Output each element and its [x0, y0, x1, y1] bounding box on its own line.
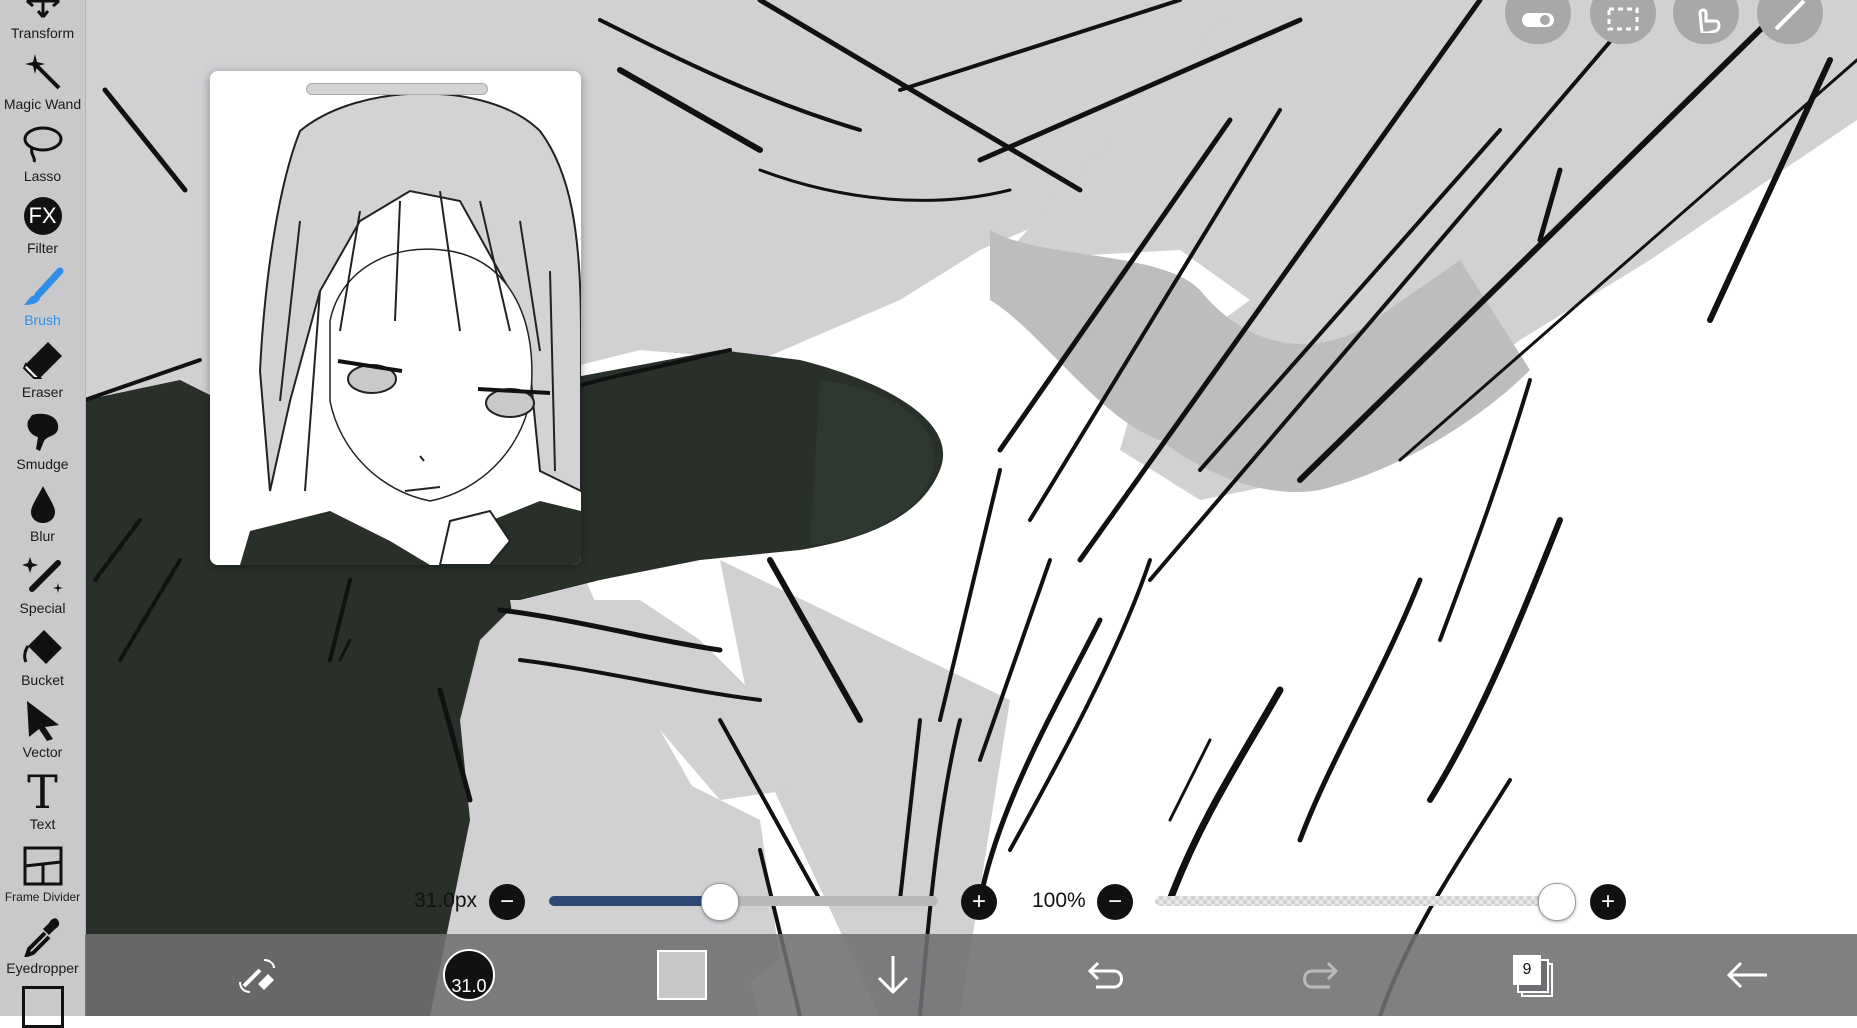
fx-icon: FX [21, 194, 65, 238]
text-icon: T [27, 765, 58, 819]
brush-size-slider-fill [549, 896, 721, 906]
brush-size-slider[interactable] [549, 896, 938, 906]
tool-label: Filter [26, 240, 59, 256]
tool-label: Brush [24, 312, 61, 328]
back-button[interactable] [1724, 934, 1770, 1016]
droplet-icon [21, 482, 65, 526]
brush-size-badge: 31.0 [451, 976, 487, 996]
bottom-toolbar: 31.0 9 [85, 934, 1857, 1016]
tool-lasso[interactable]: Lasso [0, 112, 85, 184]
tool-label: Eraser [21, 384, 64, 400]
smudge-icon [21, 410, 65, 454]
move-arrows-icon [21, 0, 65, 23]
pen-eraser-swap-icon [239, 959, 275, 993]
eraser-icon [21, 338, 65, 382]
frame-divider-icon [21, 844, 65, 888]
layers-button[interactable]: 9 [1510, 934, 1556, 1016]
color-picker-button[interactable] [657, 934, 707, 1016]
tool-magic-wand[interactable]: Magic Wand [0, 40, 85, 112]
brush-size-value: 31.0px [414, 889, 478, 912]
undo-icon [1087, 961, 1123, 989]
opacity-value: 100% [1032, 889, 1086, 912]
reference-preview-window[interactable] [210, 71, 581, 565]
reference-preview-image [210, 71, 581, 565]
tool-filter[interactable]: FX Filter [0, 184, 85, 256]
tool-transform[interactable]: Transform [0, 0, 85, 41]
tool-label: Smudge [16, 456, 69, 472]
lasso-icon [21, 122, 65, 166]
ruler-pen-icon [1774, 0, 1806, 31]
cursor-arrow-icon [21, 698, 65, 742]
sparkle-pen-icon [21, 554, 65, 598]
tool-label: Text [29, 816, 56, 832]
tool-label: Vector [22, 744, 63, 760]
layers-icon: 9 [1513, 955, 1553, 997]
opacity-decrease-button[interactable]: − [1097, 884, 1133, 920]
magic-wand-icon [21, 50, 65, 94]
tool-smudge[interactable]: Smudge [0, 400, 85, 472]
pen-eraser-swap-button[interactable] [227, 934, 287, 1016]
brush-size-slider-thumb[interactable] [701, 883, 740, 921]
bucket-icon [21, 626, 65, 670]
opacity-increase-button[interactable]: + [1590, 884, 1626, 920]
redo-button[interactable] [1297, 934, 1343, 1016]
tool-label: Transform [10, 25, 75, 41]
tool-blur[interactable]: Blur [0, 472, 85, 544]
back-arrow-icon [1726, 961, 1767, 989]
brush-size-decrease-button[interactable]: − [489, 884, 525, 920]
tool-label: Eyedropper [6, 960, 79, 976]
tool-bucket[interactable]: Bucket [0, 616, 85, 688]
preview-drag-handle[interactable] [306, 83, 488, 95]
tool-text[interactable]: T Text [0, 760, 85, 832]
color-swatch [657, 950, 707, 1000]
opacity-slider-thumb[interactable] [1538, 883, 1576, 921]
tool-frame-divider[interactable]: Frame Divider [0, 832, 85, 904]
selection-rect-icon [1607, 7, 1639, 31]
save-button[interactable] [870, 934, 916, 1016]
toggle-icon [1522, 13, 1554, 27]
tool-brush[interactable]: Brush [0, 256, 85, 328]
eyedropper-icon [21, 914, 65, 958]
brush-size-circle-icon: 31.0 [443, 949, 495, 1001]
tool-label: Frame Divider [4, 890, 81, 904]
tool-label: Blur [30, 528, 55, 544]
tool-eraser[interactable]: Eraser [0, 328, 85, 400]
download-arrow-icon [877, 956, 909, 995]
hand-pointer-icon [1698, 8, 1721, 33]
tool-label: Special [19, 600, 66, 616]
brush-icon [21, 266, 65, 310]
brush-size-indicator[interactable]: 31.0 [439, 934, 499, 1016]
brush-size-increase-button[interactable]: + [961, 884, 997, 920]
redo-icon [1303, 961, 1339, 989]
tool-eyedropper[interactable]: Eyedropper [0, 904, 85, 976]
layer-count: 9 [1513, 955, 1541, 985]
tool-label: Bucket [21, 672, 64, 688]
tool-label: Magic Wand [3, 96, 82, 112]
tool-vector[interactable]: Vector [0, 688, 85, 760]
undo-button[interactable] [1083, 934, 1129, 1016]
tool-sidebar: Transform Magic Wand Lasso FX Filter Bru… [0, 0, 86, 1028]
next-tool-icon[interactable] [22, 986, 64, 1028]
opacity-slider[interactable] [1155, 896, 1557, 906]
tool-label: Lasso [23, 168, 62, 184]
tool-special[interactable]: Special [0, 544, 85, 616]
